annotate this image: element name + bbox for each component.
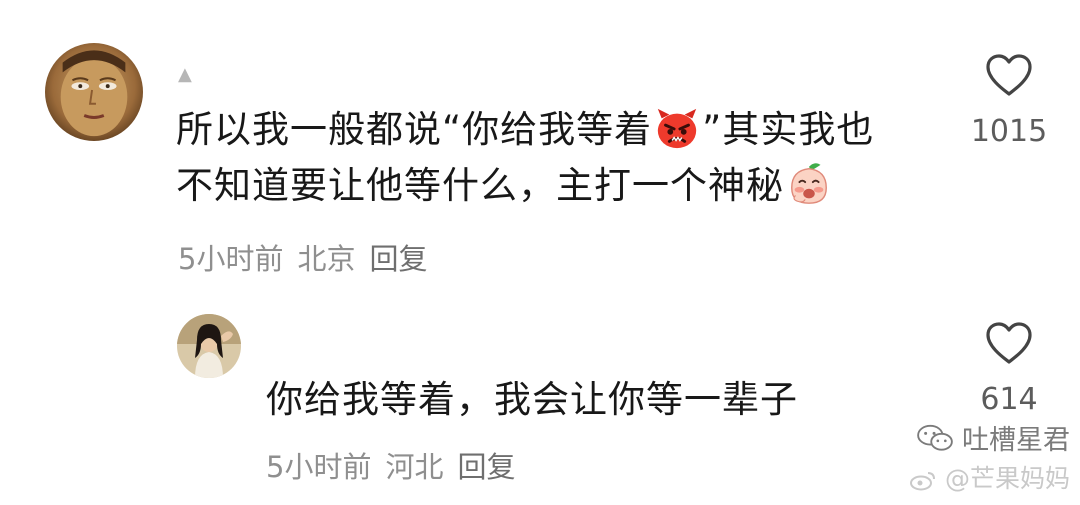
watermark-text: 吐槽星君 [962,425,1070,456]
like-button[interactable]: 614 [954,320,1064,417]
watermark-wechat: 吐槽星君 [909,418,1070,457]
comment-text-segment: 不知道要让他等什么，主打一个神秘 [176,164,784,207]
username-label[interactable]: ▲ [178,64,192,85]
heart-icon[interactable] [984,52,1034,98]
comment-text-segment: ”其实我也 [702,108,875,151]
girl-avatar-image [177,314,241,378]
comment-text: 所以我一般都说“你给我等着 ”其实我也 不知道要让他等什么，主打一个神秘 [176,102,874,214]
comment-text-segment: 所以我一般都说“你给我等着 [176,108,653,151]
commenter-avatar[interactable] [45,43,143,141]
location-label: 河北 [385,450,444,484]
wechat-icon [917,424,953,451]
reply-line: 你给我等着，我会让你等一辈子 [266,378,798,421]
weibo-icon [910,472,936,491]
watermark-weibo: @芒果妈妈 [909,459,1070,495]
watermark: 吐槽星君 @芒果妈妈 [909,418,1070,495]
angry-face-emoji [654,105,700,151]
comment-line: 所以我一般都说“你给我等着 ”其实我也 [176,102,874,158]
reply-button[interactable]: 回复 [369,242,427,276]
comment-meta: 5小时前 北京 回复 [178,236,441,278]
replier-avatar[interactable] [177,314,241,378]
timestamp: 5小时前 [266,450,372,484]
like-count: 1015 [970,114,1048,149]
watermark-text: @芒果妈妈 [944,464,1070,493]
portrait-avatar-image [45,43,143,141]
timestamp: 5小时前 [178,242,284,276]
comment-line: 不知道要让他等什么，主打一个神秘 [176,158,874,214]
reply-button[interactable]: 回复 [457,450,515,484]
like-count: 614 [980,382,1038,417]
reply-meta: 5小时前 河北 回复 [266,444,529,486]
like-button[interactable]: 1015 [954,52,1064,149]
reply-text: 你给我等着，我会让你等一辈子 [266,372,798,428]
heart-icon[interactable] [984,320,1034,366]
location-label: 北京 [297,242,356,276]
peach-face-emoji [786,161,832,207]
